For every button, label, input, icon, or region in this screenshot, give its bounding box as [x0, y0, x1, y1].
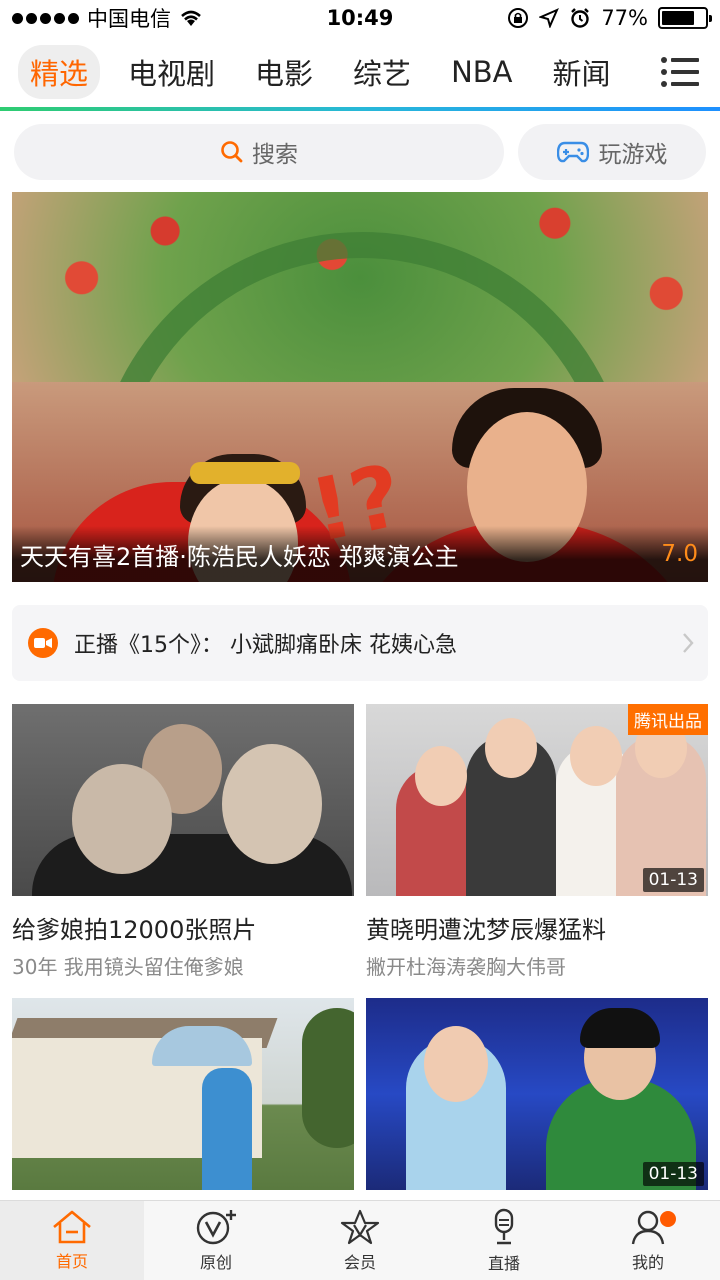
- bottom-tab-label: 我的: [631, 1252, 664, 1272]
- play-games-label: 玩游戏: [598, 142, 668, 168]
- signal-dots-icon: [12, 12, 79, 24]
- search-row: 搜索 玩游戏: [14, 124, 706, 180]
- gamepad-icon: [556, 141, 589, 163]
- bottom-tab-original[interactable]: 原创: [144, 1201, 288, 1280]
- video-card[interactable]: 给爹娘拍12000张照片 30年 我用镜头留住俺爹娘: [12, 704, 354, 980]
- video-thumbnail: [12, 704, 354, 896]
- thumb-shape: [580, 1008, 660, 1048]
- search-label: 搜索: [252, 142, 298, 168]
- date-badge: 01-13: [642, 1162, 704, 1186]
- chevron-right-icon: [668, 605, 708, 681]
- thumb-shape: [415, 746, 467, 806]
- home-icon: [53, 1210, 91, 1243]
- thumb-shape: [424, 1026, 488, 1102]
- battery-percent: 77%: [601, 6, 648, 30]
- battery-icon: [658, 7, 712, 29]
- video-card[interactable]: [12, 998, 354, 1190]
- v-plus-icon: [196, 1209, 236, 1244]
- hero-caption: 天天有喜2首播·陈浩民人妖恋 郑爽演公主 7.0: [12, 526, 708, 582]
- video-title: 给爹娘拍12000张照片: [12, 916, 257, 944]
- video-thumbnail: 01-13: [366, 998, 708, 1190]
- alarm-icon: [571, 8, 590, 28]
- status-left: 中国电信: [12, 3, 203, 33]
- tab-variety[interactable]: 综艺: [341, 45, 423, 99]
- tab-nba[interactable]: NBA: [439, 49, 524, 95]
- nav-underline: [0, 107, 720, 111]
- notification-dot: [660, 1211, 676, 1227]
- bottom-tab-vip[interactable]: 会员: [288, 1201, 432, 1280]
- video-camera-icon: [28, 628, 58, 658]
- video-subtitle: 30年 我用镜头留住俺爹娘: [12, 955, 244, 979]
- video-card[interactable]: 腾讯出品 01-13 黄晓明遭沈梦辰爆猛料 撇开杜海涛袭胸大伟哥: [366, 704, 708, 980]
- hero-actress-crown: [190, 462, 300, 484]
- bottom-tab-home[interactable]: 首页: [0, 1201, 144, 1280]
- bottom-tab-label: 原创: [199, 1252, 232, 1272]
- bottom-tab-label: 首页: [55, 1251, 88, 1271]
- bottom-tab-label: 会员: [343, 1252, 376, 1272]
- thumb-shape: [485, 718, 537, 778]
- play-games-button[interactable]: 玩游戏: [518, 124, 706, 180]
- search-bar[interactable]: 搜索: [14, 124, 504, 180]
- bottom-tab-me[interactable]: 我的: [576, 1201, 720, 1280]
- status-bar: 中国电信 10:49 77%: [0, 0, 720, 36]
- thumb-shape: [302, 1008, 354, 1148]
- video-thumbnail: 腾讯出品 01-13: [366, 704, 708, 896]
- tencent-original-badge: 腾讯出品: [628, 704, 708, 735]
- battery-level: [662, 11, 695, 25]
- wifi-icon: [181, 10, 201, 26]
- list-menu-icon: [661, 57, 699, 87]
- app-screen: 中国电信 10:49 77% 精选 电视剧 电影 综艺 NBA 新闻 搜索 玩游…: [0, 0, 720, 1280]
- bottom-tab-live[interactable]: 直播: [432, 1201, 576, 1280]
- vip-star-icon: [340, 1209, 380, 1244]
- thumb-shape: [570, 726, 622, 786]
- channel-menu-button[interactable]: [640, 36, 720, 108]
- location-icon: [539, 8, 560, 28]
- search-icon: [221, 141, 243, 163]
- video-thumbnail: [12, 998, 354, 1190]
- tab-movies[interactable]: 电影: [243, 45, 325, 99]
- video-subtitle: 撇开杜海涛袭胸大伟哥: [366, 955, 566, 979]
- video-card[interactable]: 01-13: [366, 998, 708, 1190]
- channel-tabs-scroll[interactable]: 精选 电视剧 电影 综艺 NBA 新闻 娱乐: [0, 36, 640, 108]
- bottom-tab-label: 直播: [487, 1253, 520, 1273]
- status-right: 77%: [507, 6, 712, 30]
- hero-title: 天天有喜2首播·陈浩民人妖恋 郑爽演公主: [20, 542, 459, 571]
- channel-tabs: 精选 电视剧 电影 综艺 NBA 新闻 娱乐: [0, 36, 720, 108]
- now-playing-text: 正播《15个》： 小斌脚痛卧床 花姨心急: [74, 633, 457, 658]
- thumb-shape: [202, 1068, 252, 1190]
- bottom-tab-bar: 首页 原创 会员 直播 我的: [0, 1200, 720, 1280]
- date-badge: 01-13: [642, 868, 704, 892]
- video-title: 黄晓明遭沈梦辰爆猛料: [366, 916, 606, 944]
- microphone-icon: [494, 1208, 514, 1244]
- tab-featured[interactable]: 精选: [18, 45, 101, 99]
- now-playing-bar[interactable]: 正播《15个》： 小斌脚痛卧床 花姨心急: [12, 605, 708, 681]
- thumb-shape: [222, 744, 322, 864]
- hero-score: 7.0: [661, 541, 698, 567]
- tab-news[interactable]: 新闻: [541, 45, 623, 99]
- thumb-shape: [72, 764, 172, 874]
- hero-banner[interactable]: !? 天天有喜2首播·陈浩民人妖恋 郑爽演公主 7.0: [12, 192, 708, 582]
- orientation-lock-icon: [508, 8, 529, 28]
- carrier-label: 中国电信: [87, 7, 171, 31]
- tab-tv-series[interactable]: 电视剧: [116, 45, 227, 99]
